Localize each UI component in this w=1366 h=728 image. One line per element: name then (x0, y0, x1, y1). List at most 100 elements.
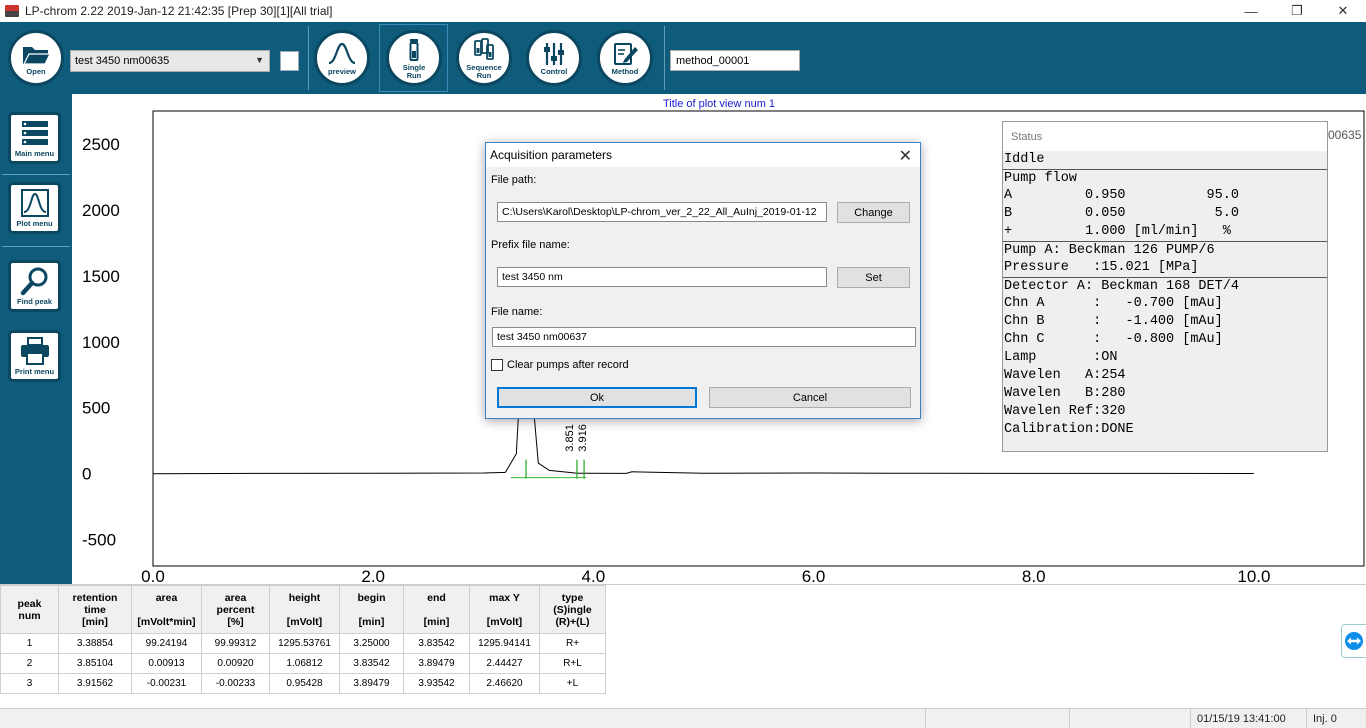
status-line: Pressure :15.021 [MPa] (1004, 260, 1199, 275)
toolbar: Open test 3450 nm00635 ▼ preview Single … (0, 22, 1366, 94)
restore-button[interactable]: ❐ (1274, 0, 1320, 22)
edit-document-icon (614, 42, 638, 65)
column-header[interactable]: area [mVolt*min] (131, 585, 202, 634)
toolbar-divider (664, 26, 665, 90)
column-header[interactable]: max Y [mVolt] (469, 585, 540, 634)
table-cell: 3.38854 (58, 633, 132, 654)
find-peak-label: Find peak (16, 297, 52, 306)
title-bar: LP-chrom 2.22 2019-Jan-12 21:42:35 [Prep… (0, 0, 1366, 22)
y-tick-label: 2000 (82, 201, 120, 220)
sidebar-divider (2, 174, 70, 175)
plot-menu-button[interactable]: Plot menu (8, 182, 61, 234)
change-button[interactable]: Change (837, 202, 910, 223)
checkbox-box[interactable] (491, 359, 503, 371)
column-header[interactable]: area percent [%] (201, 585, 270, 634)
status-line: + 1.000 [ml/min] % (1004, 224, 1231, 239)
column-header[interactable]: begin [min] (339, 585, 404, 634)
clear-pumps-label: Clear pumps after record (507, 359, 629, 371)
peak-results-table: peak num retention time [min] area [mVolt*… (0, 585, 606, 694)
minimize-button[interactable]: — (1228, 0, 1274, 22)
table-cell: 0.00920 (201, 653, 270, 674)
column-header[interactable]: type (S)ingle (R)+(L) (539, 585, 606, 634)
table-cell: 3.93542 (403, 673, 470, 694)
app-window: LP-chrom 2.22 2019-Jan-12 21:42:35 [Prep… (0, 0, 1366, 728)
dialog-title: Acquisition parameters (490, 148, 613, 162)
prefix-file-name-input[interactable]: test 3450 nm (497, 267, 827, 287)
sliders-icon (544, 42, 564, 65)
sequence-run-button[interactable]: Sequence Run (456, 30, 512, 86)
y-tick-label: 1500 (82, 267, 120, 286)
table-cell: +L (539, 673, 606, 694)
status-line: B 0.050 5.0 (1004, 206, 1239, 221)
plot-title: Title of plot view num 1 (662, 98, 776, 110)
prefix-file-name-label: Prefix file name: (491, 239, 570, 251)
close-window-button[interactable]: ✕ (1320, 0, 1366, 22)
file-path-label: File path: (491, 174, 537, 186)
main-menu-button[interactable]: Main menu (8, 112, 61, 164)
y-tick-label: 1000 (82, 333, 120, 352)
preview-button[interactable]: preview (314, 30, 370, 86)
status-line: Chn A : -0.700 [mAu] (1004, 296, 1223, 311)
statusbar-divider (925, 709, 932, 728)
status-lines: Iddle Pump flow A 0.950 95.0 B 0.050 5.0 + 1… (1003, 151, 1327, 439)
acquisition-parameters-dialog: Acquisition parameters ✕ File path: C:\U… (485, 142, 921, 419)
clear-pumps-checkbox[interactable]: Clear pumps after record (491, 359, 629, 371)
toggle-square-button[interactable] (280, 51, 299, 71)
table-cell: 3.83542 (403, 633, 470, 654)
table-cell: 1295.53761 (269, 633, 340, 654)
window-title: LP-chrom 2.22 2019-Jan-12 21:42:35 [Prep… (25, 4, 333, 18)
status-line: Chn C : -0.800 [mAu] (1004, 332, 1223, 347)
single-run-button[interactable]: Single Run (386, 30, 442, 86)
table-row[interactable]: 1 3.38854 99.24194 99.99312 1295.53761 3.2500… (0, 633, 606, 654)
print-menu-button[interactable]: Print menu (8, 330, 61, 382)
status-line: A 0.950 95.0 (1004, 188, 1239, 203)
table-header-row: peak num retention time [min] area [mVolt*… (0, 585, 606, 634)
table-cell: 3.85104 (58, 653, 132, 674)
x-tick-label: 4.0 (582, 567, 606, 584)
status-line: Wavelen A:254 (1004, 368, 1126, 383)
table-cell: 1 (0, 633, 59, 654)
control-button[interactable]: Control (526, 30, 582, 86)
menu-list-icon (21, 121, 48, 145)
sample-select[interactable]: test 3450 nm00635 ▼ (70, 50, 270, 72)
column-header[interactable]: end [min] (403, 585, 470, 634)
table-cell: -0.00231 (131, 673, 202, 694)
table-row[interactable]: 3 3.91562 -0.00231 -0.00233 0.95428 3.89479 3.… (0, 673, 606, 694)
x-tick-label: 10.0 (1237, 567, 1270, 584)
x-tick-label: 6.0 (802, 567, 826, 584)
peak-wave-icon (328, 42, 356, 64)
cancel-button[interactable]: Cancel (709, 387, 911, 408)
ok-button[interactable]: Ok (497, 387, 697, 408)
status-line: Pump flow (1003, 169, 1327, 187)
table-cell: 2.44427 (469, 653, 540, 674)
table-row[interactable]: 2 3.85104 0.00913 0.00920 1.06812 3.83542 3.89… (0, 653, 606, 674)
table-cell: 3.91562 (58, 673, 132, 694)
method-button[interactable]: Method (597, 30, 653, 86)
magnifier-icon (20, 267, 47, 296)
method-name-input[interactable]: method_00001 (670, 50, 800, 71)
file-path-input[interactable]: C:\Users\Karol\Desktop\LP-chrom_ver_2_22… (497, 202, 827, 222)
table-cell: 1295.94141 (469, 633, 540, 654)
teamviewer-arrows-icon (1345, 632, 1363, 650)
column-header[interactable]: peak num (0, 585, 59, 634)
column-header[interactable]: retention time [min] (58, 585, 132, 634)
x-tick-label: 0.0 (141, 567, 165, 584)
find-peak-button[interactable]: Find peak (8, 260, 61, 312)
file-name-input[interactable]: test 3450 nm00637 (492, 327, 916, 347)
control-label: Control (540, 66, 568, 76)
close-icon[interactable]: ✕ (899, 146, 912, 166)
table-cell: 0.00913 (131, 653, 202, 674)
plot-peak-icon (20, 189, 49, 217)
table-cell: 0.95428 (269, 673, 340, 694)
status-line: Wavelen Ref:320 (1004, 404, 1126, 419)
column-header[interactable]: height [mVolt] (269, 585, 340, 634)
set-button[interactable]: Set (837, 267, 910, 288)
remote-support-tab[interactable] (1341, 624, 1366, 658)
open-button[interactable]: Open (8, 30, 64, 86)
table-cell: 2 (0, 653, 59, 674)
left-sidebar: Main menu Plot menu Find peak Print menu (0, 94, 72, 584)
statusbar-divider (1069, 709, 1076, 728)
injection-counter: Inj. 0 (1306, 709, 1366, 728)
y-tick-label: 0 (82, 465, 91, 484)
status-line: Pump A: Beckman 126 PUMP/6 (1003, 241, 1327, 259)
